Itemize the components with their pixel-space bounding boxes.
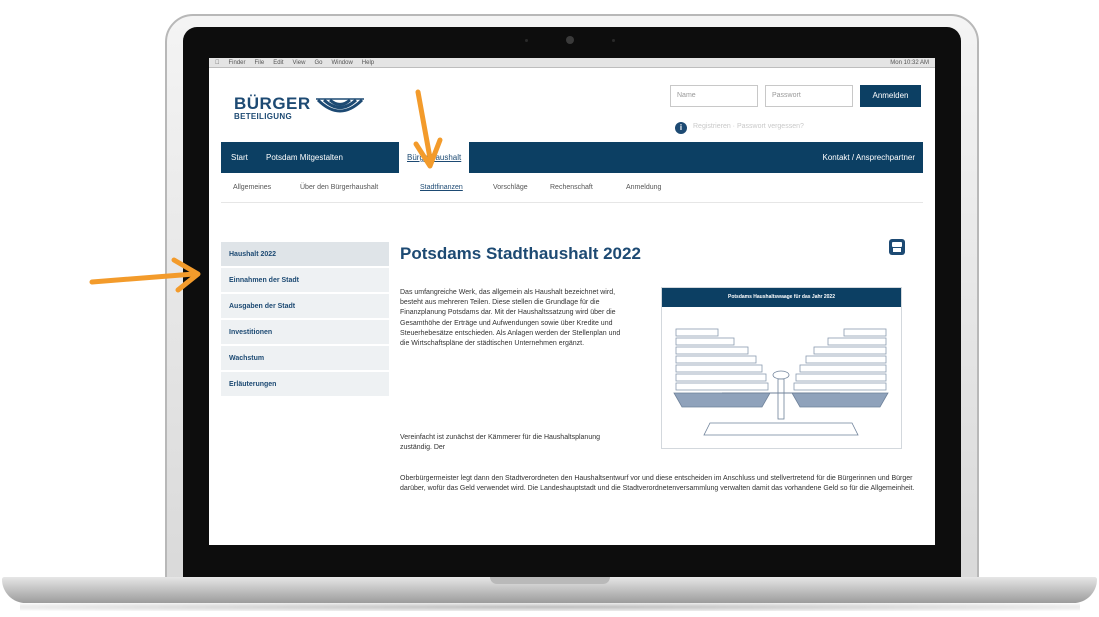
laptop-notch [490, 577, 610, 584]
subnav-allgemeines[interactable]: Allgemeines [233, 184, 271, 191]
menu-go[interactable]: Go [314, 58, 322, 67]
menu-finder[interactable]: Finder [229, 58, 246, 67]
screen:  Finder File Edit View Go Window Help M… [209, 58, 935, 545]
login-password-field[interactable]: Passwort [765, 85, 853, 107]
scale-illustration [673, 328, 889, 436]
content-paragraph: Vereinfacht ist zunächst der Kämmerer fü… [400, 434, 600, 452]
subnav-rechenschaft[interactable]: Rechenschaft [550, 184, 593, 191]
sidebar-item-investitionen[interactable]: Investitionen [221, 320, 389, 346]
subnav-anmeldung[interactable]: Anmeldung [626, 184, 661, 191]
content-paragraph: Das umfangreiche Werk, das allgemein als… [400, 289, 621, 348]
macos-menubar:  Finder File Edit View Go Window Help M… [209, 58, 935, 68]
sub-nav: Allgemeines Über den Bürgerhaushalt Stad… [221, 173, 923, 203]
menu-help[interactable]: Help [362, 58, 374, 67]
camera-icon [566, 36, 574, 44]
subnav-ueber-buergerhaushalt[interactable]: Über den Bürgerhaushalt [300, 184, 378, 191]
nav-start[interactable]: Start [231, 142, 248, 173]
page-title: Potsdams Stadthaushalt 2022 [400, 244, 641, 263]
menu-window[interactable]: Window [331, 58, 352, 67]
sidebar-item-wachstum[interactable]: Wachstum [221, 346, 389, 372]
main-nav: Start Potsdam Mitgestalten Bürgerhaushal… [221, 142, 923, 173]
login-button[interactable]: Anmelden [860, 85, 921, 107]
sidebar: Haushalt 2022 Einnahmen der Stadt Ausgab… [221, 242, 389, 398]
sidebar-item-erlaeuterungen[interactable]: Erläuterungen [221, 372, 389, 398]
sensor-dot [525, 39, 528, 42]
sidebar-item-einnahmen[interactable]: Einnahmen der Stadt [221, 268, 389, 294]
logo-title: BÜRGER [234, 94, 311, 113]
site-header: BÜRGER BETEILIGUNG Name Passwort Anmelde… [209, 68, 935, 142]
budget-scale-infographic[interactable]: Potsdams Haushaltswaage für das Jahr 202… [661, 287, 902, 449]
login-name-field[interactable]: Name [670, 85, 758, 107]
site-logo[interactable]: BÜRGER BETEILIGUNG [234, 94, 374, 134]
content-paragraph: Oberbürgermeister legt dann den Stadtver… [400, 475, 915, 493]
logo-subtitle: BETEILIGUNG [234, 112, 292, 121]
info-icon: i [675, 122, 687, 134]
arrow-down-icon [413, 89, 443, 169]
sidebar-item-haushalt-2022[interactable]: Haushalt 2022 [221, 242, 389, 268]
print-icon[interactable] [889, 239, 905, 255]
menu-edit[interactable]: Edit [273, 58, 283, 67]
logo-arcs-icon [316, 98, 364, 113]
nav-potsdam-mitgestalten[interactable]: Potsdam Mitgestalten [266, 142, 343, 173]
menu-file[interactable]: File [255, 58, 265, 67]
apple-icon[interactable]:  [215, 58, 220, 67]
nav-contact[interactable]: Kontakt / Ansprechpartner [823, 142, 916, 173]
subnav-vorschlaege[interactable]: Vorschläge [493, 184, 528, 191]
sidebar-item-ausgaben[interactable]: Ausgaben der Stadt [221, 294, 389, 320]
infographic-title: Potsdams Haushaltswaage für das Jahr 202… [662, 288, 901, 307]
menu-view[interactable]: View [293, 58, 306, 67]
laptop-shadow [20, 603, 1080, 611]
subnav-stadtfinanzen[interactable]: Stadtfinanzen [420, 184, 463, 191]
arrow-right-icon [89, 257, 201, 293]
register-link[interactable]: Registrieren · Passwort vergessen? [693, 123, 804, 130]
menubar-clock: Mon 10:32 AM [890, 60, 929, 66]
sensor-dot [612, 39, 615, 42]
